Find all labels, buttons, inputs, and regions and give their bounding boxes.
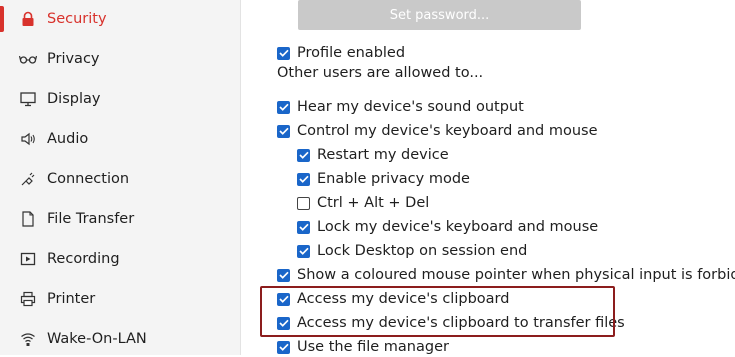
checkbox-label: Lock Desktop on session end — [317, 243, 528, 259]
checkbox-label: Enable privacy mode — [317, 171, 470, 187]
sidebar-item-connection[interactable]: Connection — [0, 163, 240, 195]
permission-checkbox-control-input[interactable]: Control my device's keyboard and mouse — [277, 121, 598, 141]
wifi-icon — [19, 330, 37, 348]
sidebar-item-label: Display — [47, 91, 101, 107]
sidebar-item-label: Security — [47, 11, 107, 27]
checkbox-label: Restart my device — [317, 147, 449, 163]
set-password-button[interactable]: Set password... — [298, 0, 581, 30]
monitor-icon — [19, 90, 37, 108]
checkbox-label: Profile enabled — [297, 45, 406, 61]
printer-icon — [19, 290, 37, 308]
glasses-icon — [19, 50, 37, 68]
checkbox-label: Hear my device's sound output — [297, 99, 524, 115]
sidebar-item-audio[interactable]: Audio — [0, 123, 240, 155]
sidebar-item-wake-on-lan[interactable]: Wake-On-LAN — [0, 323, 240, 355]
sidebar-item-label: Privacy — [47, 51, 100, 67]
sidebar-item-label: Connection — [47, 171, 130, 187]
permission-checkbox-ctrl-alt-del[interactable]: Ctrl + Alt + Del — [297, 193, 429, 213]
sidebar-item-recording[interactable]: Recording — [0, 243, 240, 275]
sidebar-item-display[interactable]: Display — [0, 83, 240, 115]
checkbox-checked-icon[interactable] — [277, 268, 290, 282]
checkbox-label: Show a coloured mouse pointer when physi… — [297, 267, 735, 283]
checkbox-label: Control my device's keyboard and mouse — [297, 123, 598, 139]
sidebar-item-label: File Transfer — [47, 211, 135, 227]
sidebar-item-label: Printer — [47, 291, 96, 307]
checkbox-label: Ctrl + Alt + Del — [317, 195, 430, 211]
checkbox-checked-icon[interactable] — [297, 244, 310, 258]
permission-checkbox-lock-desktop[interactable]: Lock Desktop on session end — [297, 241, 527, 261]
checkbox-checked-icon[interactable] — [297, 148, 310, 162]
checkbox-label: Use the file manager — [297, 339, 449, 355]
checkbox-unchecked-icon[interactable] — [297, 196, 310, 210]
permission-checkbox-restart[interactable]: Restart my device — [297, 145, 449, 165]
sidebar-item-label: Recording — [47, 251, 120, 267]
permission-checkbox-hear-sound[interactable]: Hear my device's sound output — [277, 97, 524, 117]
permission-checkbox-file-manager[interactable]: Use the file manager — [277, 337, 449, 357]
sidebar-item-label: Wake-On-LAN — [47, 331, 147, 347]
permission-checkbox-privacy-mode[interactable]: Enable privacy mode — [297, 169, 470, 189]
sidebar-item-file-transfer[interactable]: File Transfer — [0, 203, 240, 235]
sidebar-item-printer[interactable]: Printer — [0, 283, 240, 315]
checkbox-checked-icon[interactable] — [297, 220, 310, 234]
settings-sidebar: Security Privacy Display Audio Connectio… — [0, 0, 241, 355]
permission-checkbox-coloured-pointer[interactable]: Show a coloured mouse pointer when physi… — [277, 265, 735, 285]
active-indicator — [0, 6, 4, 32]
sidebar-item-label: Audio — [47, 131, 89, 147]
sidebar-item-security[interactable]: Security — [0, 3, 240, 35]
record-icon — [19, 250, 37, 268]
allowed-heading: Other users are allowed to... — [277, 65, 484, 81]
profile-enabled-checkbox[interactable]: Profile enabled — [277, 43, 405, 63]
speaker-icon — [19, 130, 37, 148]
checkbox-checked-icon[interactable] — [297, 172, 310, 186]
clipboard-highlight-box — [260, 286, 615, 337]
sidebar-item-privacy[interactable]: Privacy — [0, 43, 240, 75]
checkbox-checked-icon[interactable] — [277, 46, 290, 60]
checkbox-checked-icon[interactable] — [277, 100, 290, 114]
plug-icon — [19, 170, 37, 188]
checkbox-label: Lock my device's keyboard and mouse — [317, 219, 599, 235]
permission-checkbox-lock-input[interactable]: Lock my device's keyboard and mouse — [297, 217, 598, 237]
checkbox-checked-icon[interactable] — [277, 340, 290, 354]
file-icon — [19, 210, 37, 228]
lock-icon — [19, 10, 37, 28]
checkbox-checked-icon[interactable] — [277, 124, 290, 138]
